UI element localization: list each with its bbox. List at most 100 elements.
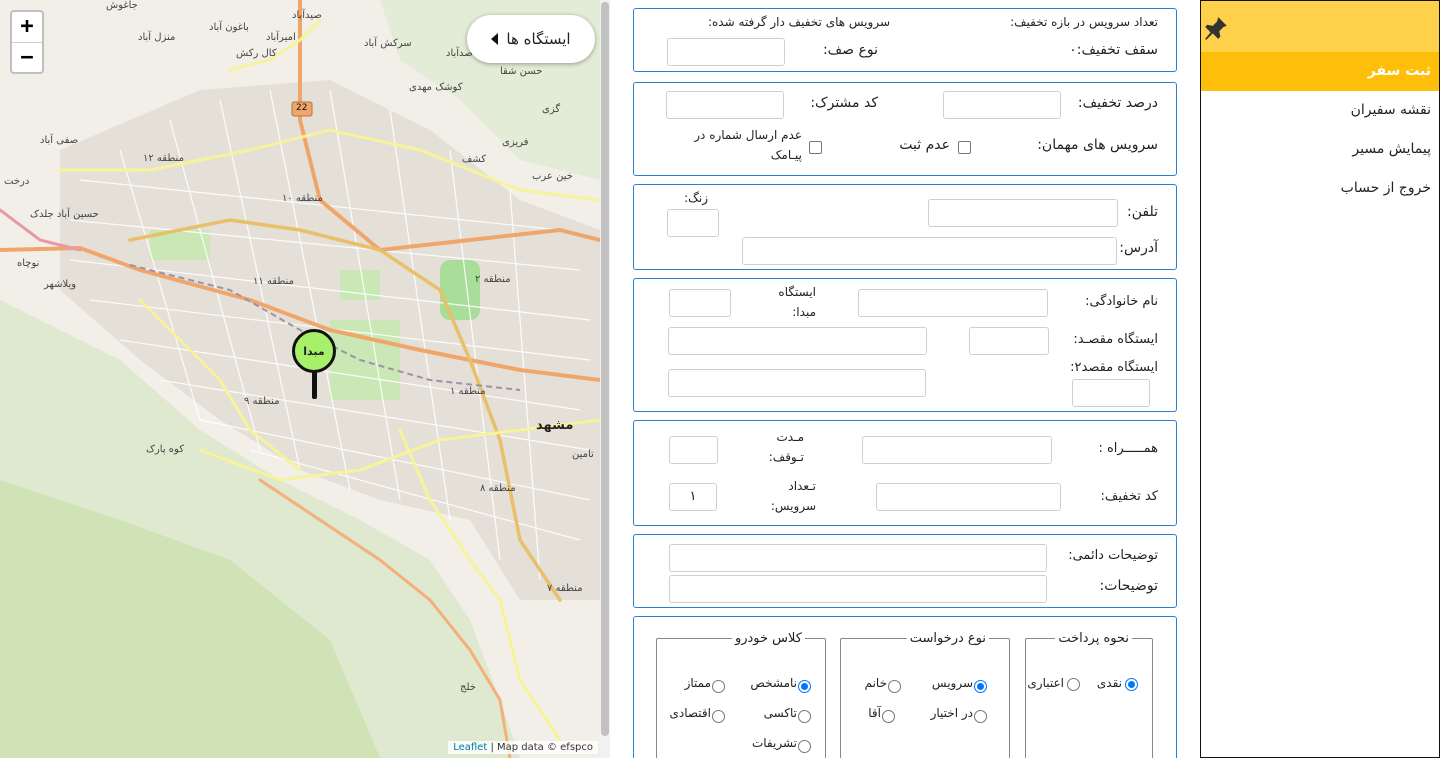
origin-marker-stick — [312, 371, 317, 399]
discount-count-label: تعداد سرویس در بازه تخفیف: — [1010, 15, 1158, 29]
class-ceremonial-radio[interactable] — [798, 740, 811, 753]
class-ceremonial-label: تشریفات — [751, 736, 797, 750]
payment-cash-radio[interactable] — [1125, 678, 1138, 691]
map-label-region2: منطقه ۲ — [475, 274, 511, 285]
origin-marker-head: مبدا — [292, 329, 336, 373]
queue-type-input[interactable] — [667, 38, 785, 66]
phone-label: تلفن: — [1127, 204, 1158, 220]
origin-marker[interactable]: مبدا — [292, 329, 338, 401]
customer-code-input[interactable] — [666, 91, 784, 119]
request-sir-radio[interactable] — [882, 710, 895, 723]
bell-input[interactable] — [667, 209, 719, 237]
notes-input[interactable] — [669, 575, 1047, 603]
app-root: مشهد منطقه ۱۲ منطقه ۱۰ منطقه ۱۱ منطقه ۹ … — [0, 0, 1440, 758]
pin-icon[interactable] — [1203, 15, 1229, 41]
request-type-group: نوع درخواست سرویس خانم در اختیار آقا — [840, 631, 1010, 758]
sidebar-item-register-trip[interactable]: ثبت سفر — [1201, 52, 1439, 91]
map-label-farizi: فریزی — [502, 137, 529, 148]
class-taxi-radio[interactable] — [798, 710, 811, 723]
request-lady-radio[interactable] — [888, 680, 901, 693]
no-register-checkbox[interactable] — [958, 141, 971, 154]
map-label-kooh-park: کوه پارک — [146, 444, 184, 455]
map-label-kalrakhsh: کال رکش — [236, 48, 277, 59]
zoom-control: + − — [10, 10, 44, 74]
request-lady-label: خانم — [864, 676, 887, 690]
request-available-label: در اختیار — [930, 706, 973, 720]
payment-cash-label: نقدی — [1096, 676, 1122, 690]
vehicle-class-legend: کلاس خودرو — [734, 631, 802, 646]
destination-station-code-input[interactable] — [969, 327, 1049, 355]
contact-card: تلفن: زنگ: آدرس: — [633, 184, 1177, 270]
sidebar-item-ambassadors-map[interactable]: نقشه سفیران — [1201, 91, 1439, 130]
request-type-legend: نوع درخواست — [909, 631, 986, 646]
map-label-kooshk: کوشک مهدی — [409, 82, 463, 93]
sidebar-header — [1201, 1, 1439, 52]
permanent-notes-label: توضیحات دائمی: — [1068, 548, 1158, 563]
leaflet-link[interactable]: Leaflet — [453, 742, 487, 753]
sidebar: ثبت سفر نقشه سفیران پیمایش مسیر خروج از … — [1200, 0, 1440, 758]
discount-code-input[interactable] — [876, 483, 1061, 511]
companion-input[interactable] — [862, 436, 1052, 464]
discount-info-card: تعداد سرویس در بازه تخفیف: سرویس های تخف… — [633, 8, 1177, 72]
payment-method-group: نحوه پرداخت نقدی اعتباری — [1025, 631, 1153, 758]
map-label-kashf: کشف — [462, 154, 487, 165]
road-shield-label: 22 — [296, 103, 308, 113]
destination2-station-code-input[interactable] — [1072, 379, 1150, 407]
sidebar-item-route-tracking[interactable]: پیمایش مسیر — [1201, 130, 1439, 169]
discount-code-label: کد تخفیف: — [1100, 489, 1159, 504]
destination2-station-input[interactable] — [668, 369, 926, 397]
origin-station-label-line1: ایستگاه — [778, 285, 816, 299]
discount-percent-input[interactable] — [943, 91, 1061, 119]
class-premium-radio[interactable] — [712, 680, 725, 693]
map-label-region9: منطقه ۹ — [244, 396, 280, 407]
origin-station-input[interactable] — [669, 289, 731, 317]
stations-button-label: ایستگاه ها — [506, 30, 571, 48]
map-label-amirabad: امیرآباد — [266, 32, 296, 43]
sidebar-item-logout[interactable]: خروج از حساب — [1201, 169, 1439, 208]
map-label-hosseinabad: حسین آباد جلدک — [30, 209, 99, 220]
map-label-jaghoosh: جاغوش — [106, 0, 138, 11]
no-sms-checkbox[interactable] — [809, 141, 822, 154]
zoom-in-button[interactable]: + — [12, 12, 42, 42]
family-name-label: نام خانوادگی: — [1085, 294, 1158, 309]
attribution-text: | Map data © efspco — [490, 742, 593, 753]
request-sir-label: آقا — [868, 706, 881, 720]
payment-credit-radio[interactable] — [1067, 678, 1080, 691]
customer-card: درصد تخفیف: کد مشترک: سرویس های مهمان: ع… — [633, 82, 1177, 176]
address-input[interactable] — [742, 237, 1117, 265]
scrollbar-thumb[interactable] — [601, 2, 609, 736]
payment-credit-label: اعتباری — [1027, 676, 1064, 690]
stations-toggle-button[interactable]: ایستگاه ها — [467, 15, 595, 63]
map-label-hesshagha: حسن شقا — [500, 66, 543, 77]
request-available-radio[interactable] — [974, 710, 987, 723]
no-register-label: عدم ثبت — [899, 137, 950, 153]
map-label-mashhad: مشهد — [536, 418, 574, 433]
map-label-sidabad: صیدآباد — [292, 10, 322, 21]
queue-type-label: نوع صف: — [822, 42, 878, 58]
map-label-safiabad: صفی آباد — [40, 135, 79, 146]
origin-station-label-line2: مبدا: — [792, 305, 816, 319]
map-scrollbar[interactable] — [600, 0, 610, 758]
phone-input[interactable] — [928, 199, 1118, 227]
service-count-input[interactable]: ۱ — [669, 483, 717, 511]
map-view[interactable]: مشهد منطقه ۱۲ منطقه ۱۰ منطقه ۱۱ منطقه ۹ … — [0, 0, 600, 758]
stop-duration-input[interactable] — [669, 436, 718, 464]
map-label-region12: منطقه ۱۲ — [143, 153, 184, 164]
map-label-region10: منطقه ۱۰ — [282, 193, 323, 204]
map-attribution: Leaflet | Map data © efspco — [448, 741, 598, 754]
class-economy-radio[interactable] — [712, 710, 725, 723]
stop-duration-label-line2: تـوقف: — [768, 450, 804, 464]
destination-station-label: ایستگاه مقصـد: — [1073, 332, 1158, 347]
bell-label: زنگ: — [684, 191, 708, 205]
zoom-out-button[interactable]: − — [12, 42, 42, 72]
family-name-input[interactable] — [858, 289, 1048, 317]
permanent-notes-input[interactable] — [669, 544, 1047, 572]
trip-form: تعداد سرویس در بازه تخفیف: سرویس های تخف… — [610, 0, 1200, 758]
map-label-region7: منطقه ۷ — [547, 583, 583, 594]
class-unknown-radio[interactable] — [798, 680, 811, 693]
destination-station-input[interactable] — [668, 327, 927, 355]
map-label-region11: منطقه ۱۱ — [253, 276, 294, 287]
request-service-radio[interactable] — [974, 680, 987, 693]
map-label-noqab: نوچاه — [17, 258, 40, 269]
map-label-region1: منطقه ۱ — [450, 386, 486, 397]
